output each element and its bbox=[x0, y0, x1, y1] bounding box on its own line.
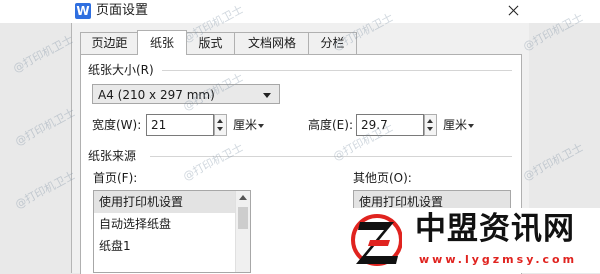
site-logo-title: 中盟资讯网 bbox=[415, 211, 575, 247]
tab-paper[interactable]: 纸张 bbox=[137, 30, 187, 55]
site-logo-icon bbox=[351, 214, 402, 266]
arrow-up-icon bbox=[217, 119, 223, 123]
list-item[interactable]: 纸盘1 bbox=[94, 235, 250, 257]
wps-writer-icon: W bbox=[75, 3, 91, 19]
scroll-thumb[interactable] bbox=[238, 207, 248, 229]
chevron-down-icon bbox=[263, 93, 271, 98]
height-unit-dropdown[interactable]: 厘米 bbox=[443, 117, 475, 133]
width-unit: 厘米 bbox=[233, 118, 258, 132]
list-item[interactable]: 自动选择纸盘 bbox=[94, 213, 250, 235]
watermark: @打印机卫士 bbox=[10, 32, 76, 76]
paper-size-select[interactable]: A4 (210 x 297 mm) bbox=[92, 84, 280, 104]
tab-document-grid[interactable]: 文档网格 bbox=[234, 32, 310, 54]
watermark: @打印机卫士 bbox=[12, 168, 78, 212]
watermark: @打印机卫士 bbox=[520, 140, 586, 184]
height-input[interactable]: 29.7 bbox=[356, 114, 424, 136]
width-label: 宽度(W): bbox=[92, 118, 142, 132]
height-unit: 厘米 bbox=[443, 118, 468, 132]
arrow-down-icon bbox=[217, 127, 223, 131]
width-spinner[interactable] bbox=[214, 114, 227, 136]
close-button[interactable] bbox=[498, 0, 528, 22]
group-divider bbox=[150, 156, 512, 157]
list-item[interactable]: 使用打印机设置 bbox=[94, 191, 250, 213]
width-unit-dropdown[interactable]: 厘米 bbox=[233, 117, 265, 133]
other-pages-label: 其他页(O): bbox=[353, 171, 412, 185]
height-label: 高度(E): bbox=[308, 118, 353, 132]
tab-columns[interactable]: 分栏 bbox=[308, 32, 357, 54]
site-logo-domain: www.lygzmsy.com bbox=[419, 253, 578, 266]
paper-size-selected-value: A4 (210 x 297 mm) bbox=[98, 88, 215, 102]
chevron-down-icon bbox=[468, 123, 475, 128]
first-page-scrollbar[interactable] bbox=[235, 191, 250, 272]
height-spinner[interactable] bbox=[424, 114, 437, 136]
chevron-down-icon bbox=[258, 123, 265, 128]
tab-layout[interactable]: 版式 bbox=[185, 32, 236, 54]
tab-margins[interactable]: 页边距 bbox=[80, 32, 139, 54]
arrow-up-icon bbox=[427, 119, 433, 123]
paper-source-group-title: 纸张来源 bbox=[88, 149, 137, 163]
arrow-down-icon bbox=[427, 127, 433, 131]
dialog-title: 页面设置 bbox=[96, 3, 149, 18]
watermark: @打印机卫士 bbox=[12, 105, 78, 149]
width-input[interactable]: 21 bbox=[146, 114, 214, 136]
first-page-list[interactable]: 使用打印机设置 自动选择纸盘 纸盘1 bbox=[93, 190, 251, 273]
first-page-label: 首页(F): bbox=[93, 171, 138, 185]
scroll-up-icon[interactable] bbox=[239, 195, 247, 200]
group-divider bbox=[162, 70, 512, 71]
paper-size-group-title: 纸张大小(R) bbox=[88, 63, 154, 77]
